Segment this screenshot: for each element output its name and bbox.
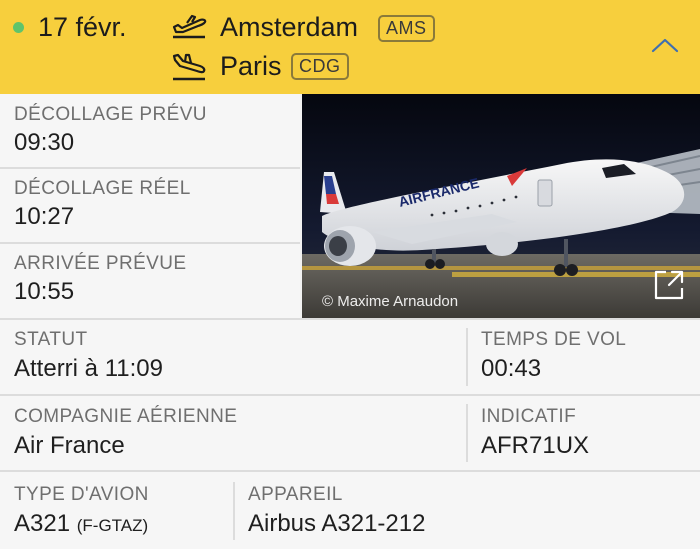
expand-icon[interactable] (652, 268, 686, 302)
arrival-city: Paris (220, 51, 282, 81)
landing-icon (172, 53, 206, 81)
aircraft-label: APPAREIL (248, 484, 343, 505)
times-panel: DÉCOLLAGE PRÉVU 09:30 DÉCOLLAGE RÉEL 10:… (0, 94, 300, 318)
aircraft-type-code: A321 (14, 510, 71, 537)
divider (466, 404, 468, 462)
aircraft-row: TYPE D'AVION A321 (F-GTAZ) APPAREIL Airb… (0, 472, 700, 549)
aircraft-type-label: TYPE D'AVION (14, 484, 149, 505)
callsign-label: INDICATIF (481, 406, 577, 427)
actual-departure-value: 10:27 (14, 203, 75, 230)
takeoff-icon (172, 14, 207, 39)
flight-time-value: 00:43 (481, 355, 542, 382)
scheduled-arrival-label: ARRIVÉE PRÉVUE (14, 253, 187, 274)
chevron-up-icon[interactable] (650, 36, 680, 56)
status-value: Atterri à 11:09 (14, 355, 163, 382)
status-label: STATUT (14, 329, 88, 350)
divider (466, 328, 468, 386)
departure-code-badge: AMS (378, 15, 435, 42)
divider (233, 482, 235, 540)
scheduled-arrival-value: 10:55 (14, 278, 75, 305)
airline-row: COMPAGNIE AÉRIENNE Air France INDICATIF … (0, 396, 700, 470)
registration-value: (F-GTAZ) (76, 516, 149, 535)
flight-date: 17 févr. (38, 12, 127, 42)
aircraft-photo[interactable]: AIRFRANCE © Maxime Arnaudon (302, 94, 700, 318)
arrival-code-badge: CDG (291, 53, 349, 80)
callsign-value: AFR71UX (481, 432, 590, 459)
flight-header[interactable]: 17 févr. Amsterdam AMS Paris CDG (0, 0, 700, 94)
airline-value: Air France (14, 432, 125, 459)
photo-credit: © Maxime Arnaudon (322, 293, 459, 310)
divider (0, 167, 300, 169)
scheduled-departure-label: DÉCOLLAGE PRÉVU (14, 104, 207, 125)
aircraft-image: AIRFRANCE (302, 94, 700, 318)
aircraft-type-value: A321 (F-GTAZ) (14, 510, 148, 538)
divider (0, 242, 300, 244)
actual-departure-label: DÉCOLLAGE RÉEL (14, 178, 191, 199)
status-dot (13, 22, 24, 33)
status-row: STATUT Atterri à 11:09 TEMPS DE VOL 00:4… (0, 320, 700, 394)
aircraft-value: Airbus A321-212 (248, 510, 426, 537)
airline-label: COMPAGNIE AÉRIENNE (14, 406, 238, 427)
departure-city: Amsterdam (220, 12, 359, 42)
flight-time-label: TEMPS DE VOL (481, 329, 627, 350)
scheduled-departure-value: 09:30 (14, 129, 75, 156)
